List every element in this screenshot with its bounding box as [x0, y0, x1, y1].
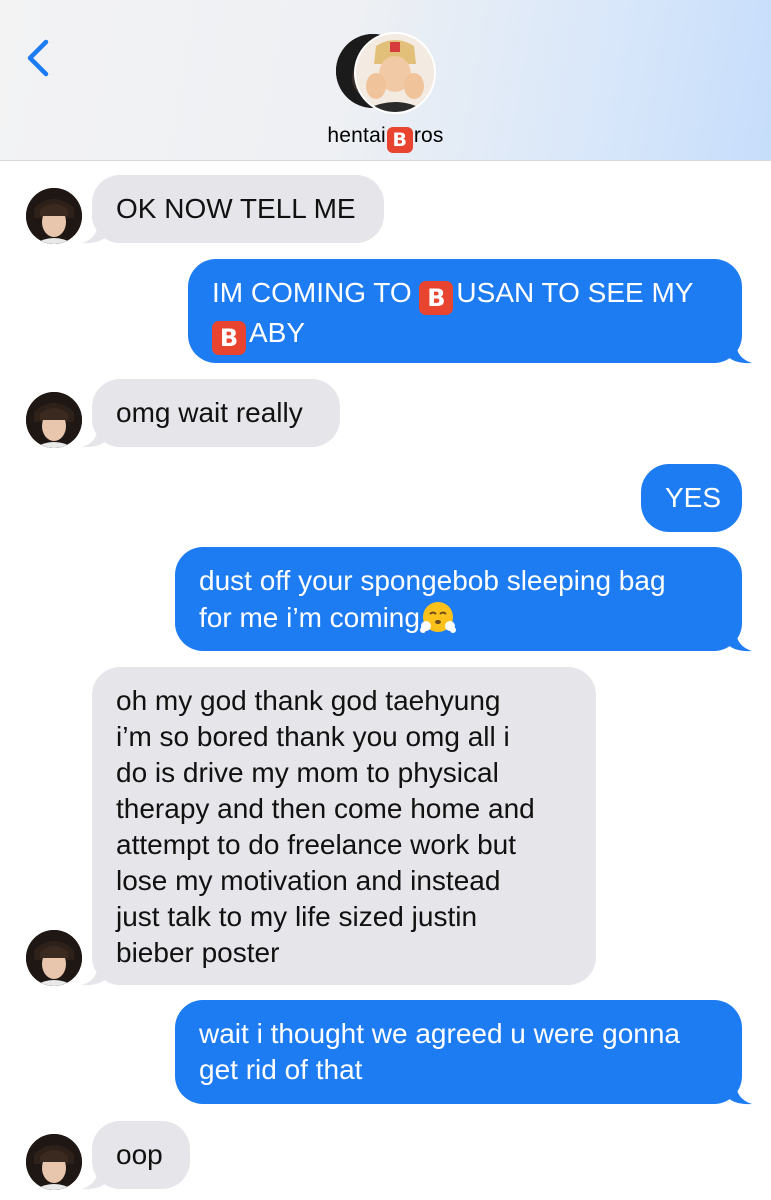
sender-avatar[interactable] [26, 392, 82, 448]
b-button-emoji-icon: B [419, 281, 454, 315]
message-bubble-outgoing[interactable]: IM COMING TO B USAN TO SEE MY B ABY [188, 259, 742, 363]
message-text: oh my god thank god taehyung i’m so bore… [116, 685, 535, 968]
group-member-photo [354, 32, 436, 114]
bubble-tail [726, 1083, 752, 1105]
title-text-prefix: hentai [327, 124, 386, 147]
message-bubble-outgoing[interactable]: dust off your spongebob sleeping bag for… [175, 547, 742, 651]
message-text: dust off your spongebob sleeping bag for… [199, 563, 718, 636]
bubble-tail [726, 342, 752, 364]
conversation-header: hentai Bros [0, 0, 771, 161]
message-text: OK NOW TELL ME [116, 193, 356, 224]
message-text: IM COMING TO B USAN TO SEE MY B ABY [212, 275, 718, 355]
bubble-tail [82, 222, 108, 244]
message-text: oop [116, 1139, 163, 1170]
back-button[interactable] [22, 36, 56, 80]
sender-avatar[interactable] [26, 1134, 82, 1190]
sender-avatar[interactable] [26, 930, 82, 986]
bubble-tail [82, 1168, 108, 1190]
message-bubble-outgoing[interactable]: YES [641, 464, 742, 532]
message-text-part: IM COMING TO [212, 277, 420, 308]
sender-avatar[interactable] [26, 188, 82, 244]
message-text: YES [665, 482, 722, 513]
message-bubble-outgoing[interactable]: wait i thought we agreed u were gonna ge… [175, 1000, 742, 1104]
bubble-tail [82, 964, 108, 986]
message-text: omg wait really [116, 397, 303, 428]
b-button-emoji-icon: B [386, 127, 413, 153]
b-button-emoji-icon: B [212, 321, 246, 355]
conversation-title[interactable]: hentai Bros [0, 124, 771, 153]
bubble-tail [726, 630, 752, 652]
message-bubble-incoming[interactable]: oh my god thank god taehyung i’m so bore… [92, 667, 596, 985]
group-avatar[interactable] [336, 32, 436, 114]
face-with-steam-icon [419, 602, 456, 633]
message-bubble-incoming[interactable]: OK NOW TELL ME [92, 175, 384, 243]
bubble-tail [82, 426, 108, 448]
message-text-part: ABY [249, 317, 306, 348]
message-text-part: USAN TO SEE MY [456, 277, 694, 308]
chevron-left-icon [27, 39, 49, 77]
message-text: wait i thought we agreed u were gonna ge… [199, 1018, 680, 1085]
title-text-suffix: ros [413, 124, 444, 147]
message-bubble-incoming[interactable]: omg wait really [92, 379, 340, 447]
